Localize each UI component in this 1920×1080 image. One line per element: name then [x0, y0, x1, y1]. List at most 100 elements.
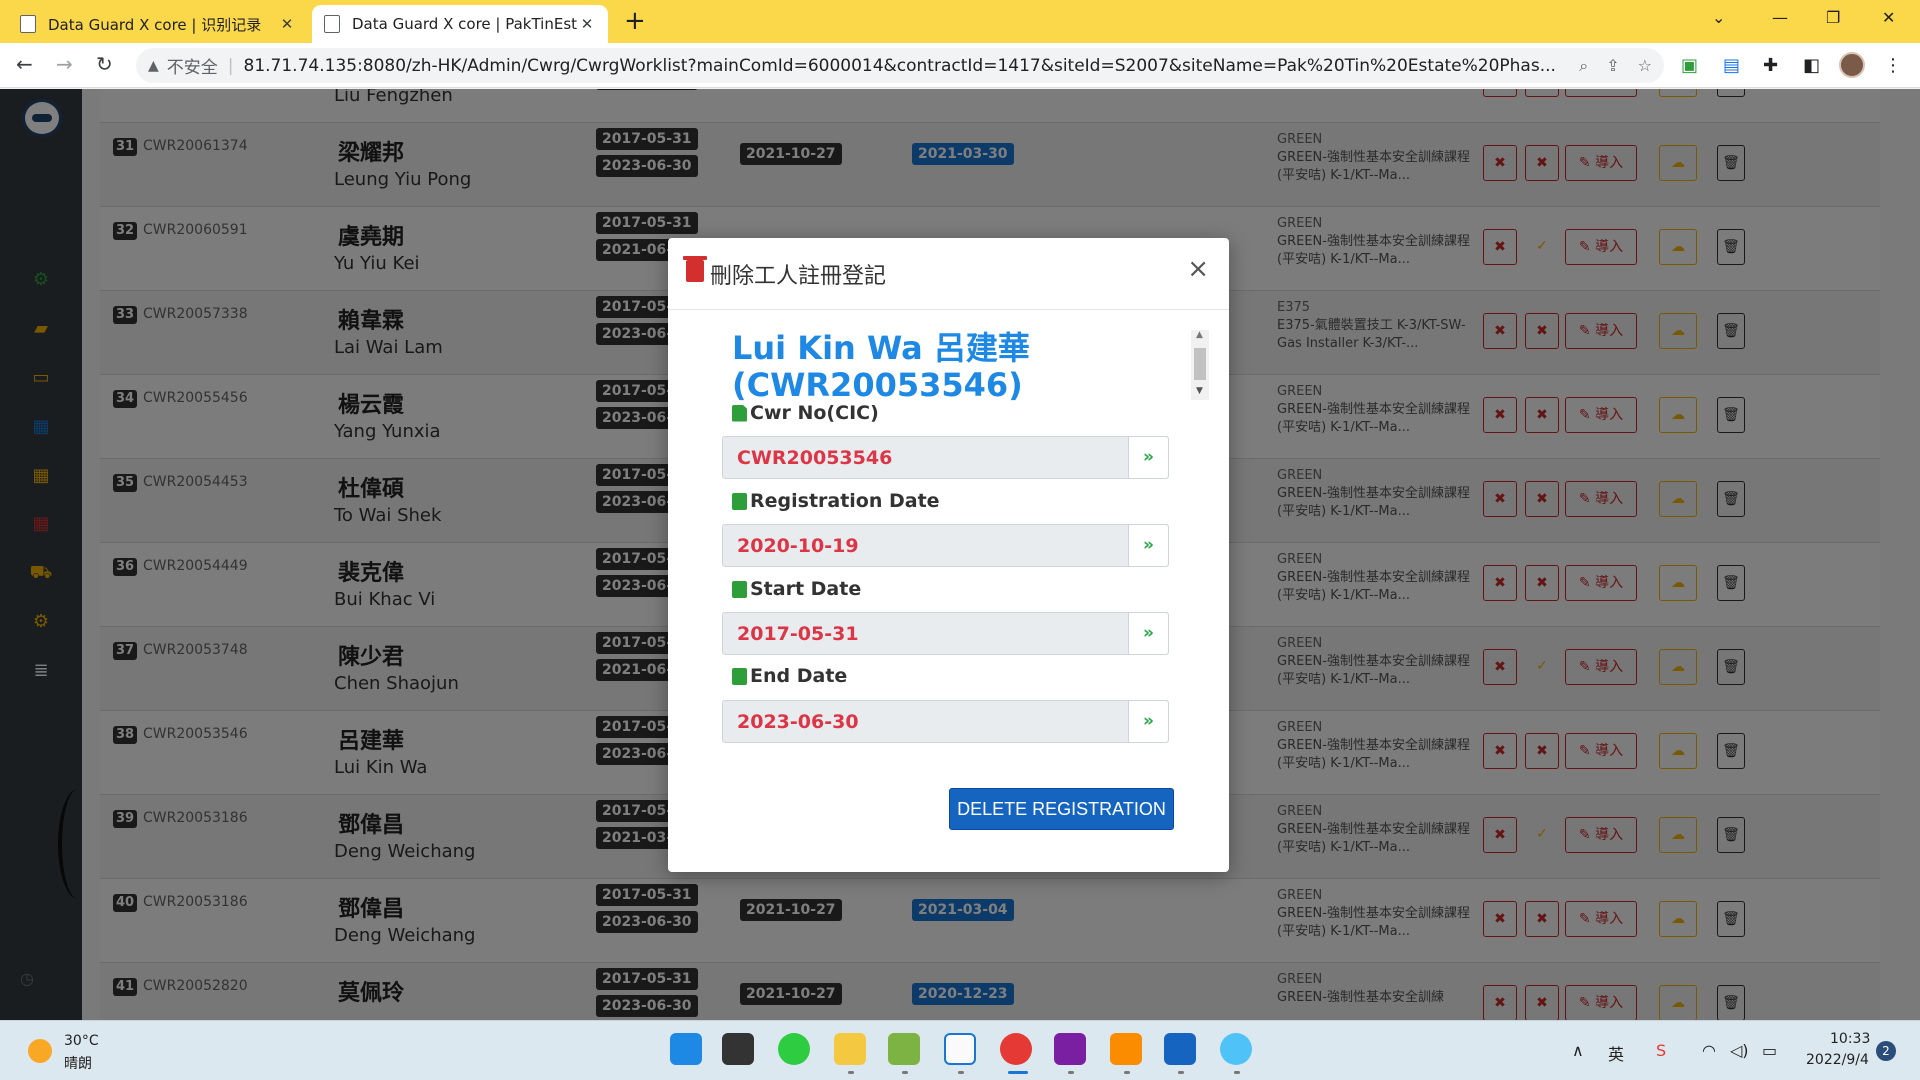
side-panel-icon[interactable]: ◧: [1803, 55, 1820, 76]
minimize-icon[interactable]: —: [1772, 8, 1788, 27]
close-modal-button[interactable]: ×: [1187, 256, 1209, 282]
field-label: Registration Date: [750, 490, 940, 512]
volume-icon[interactable]: ◁): [1730, 1041, 1749, 1060]
tab-search-icon[interactable]: ⌄: [1712, 8, 1725, 27]
address-bar[interactable]: ▲ 不安全 | 81.71.74.135:8080/zh-HK/Admin/Cw…: [136, 48, 1664, 83]
field-value: CWR20053546: [737, 447, 893, 469]
running-indicator: [848, 1071, 854, 1074]
running-indicator: [1068, 1071, 1074, 1074]
url-text[interactable]: 81.71.74.135:8080/zh-HK/Admin/Cwrg/CwrgW…: [244, 56, 1562, 76]
weather-description[interactable]: 晴朗: [64, 1053, 92, 1073]
ime-indicator[interactable]: 英: [1608, 1041, 1624, 1065]
field-go-button[interactable]: »: [1128, 613, 1168, 654]
running-indicator: [958, 1071, 964, 1074]
chevron-up-icon[interactable]: ∧: [1572, 1041, 1584, 1060]
notepad-icon[interactable]: [888, 1033, 920, 1065]
clock-date[interactable]: 2022/9/4: [1806, 1052, 1869, 1068]
scroll-up-icon[interactable]: ▲: [1196, 330, 1203, 340]
delete-registration-modal: 刪除工人註冊登記 × ▲ ▼ Lui Kin Wa 呂建華 (CWR200535…: [668, 238, 1229, 872]
profile-avatar[interactable]: [1839, 52, 1865, 78]
browser-tab-strip: Data Guard X core | 识别记录 ✕ Data Guard X …: [0, 0, 1920, 43]
modal-body: ▲ ▼ Lui Kin Wa 呂建華 (CWR20053546) Cwr No(…: [668, 310, 1229, 872]
calendar-icon: [732, 667, 747, 685]
file-explorer-icon[interactable]: [834, 1033, 866, 1065]
clock-time[interactable]: 10:33: [1830, 1031, 1870, 1047]
cwr-no-field[interactable]: CWR20053546 »: [722, 436, 1169, 479]
modal-title: 刪除工人註冊登記: [710, 264, 887, 289]
field-label: Start Date: [750, 578, 862, 600]
start-date-field[interactable]: 2017-05-31 »: [722, 612, 1169, 655]
wechat-icon[interactable]: [778, 1033, 810, 1065]
field-go-button[interactable]: »: [1128, 437, 1168, 478]
registration-date-field[interactable]: 2020-10-19 »: [722, 524, 1169, 567]
weather-temperature[interactable]: 30°C: [64, 1033, 99, 1049]
sougou-icon[interactable]: S: [1656, 1041, 1666, 1060]
zoom-icon[interactable]: ⌕: [1579, 56, 1588, 76]
field-label: Cwr No(CIC): [750, 402, 879, 424]
calendar-icon: [732, 492, 747, 510]
close-window-icon[interactable]: ✕: [1882, 8, 1895, 27]
scroll-thumb[interactable]: [1194, 348, 1206, 380]
end-date-label: End Date: [732, 665, 847, 687]
extension-blue-icon[interactable]: ▤: [1723, 55, 1740, 76]
end-date-field[interactable]: 2023-06-30 »: [722, 700, 1169, 743]
scroll-down-icon[interactable]: ▼: [1196, 386, 1203, 396]
browser-tab-1[interactable]: Data Guard X core | 识别记录 ✕: [8, 5, 308, 43]
menu-kebab-icon[interactable]: ⋮: [1884, 55, 1902, 76]
extension-green-icon[interactable]: ▣: [1681, 55, 1698, 76]
close-tab-icon[interactable]: ✕: [278, 15, 296, 33]
close-tab-icon[interactable]: ✕: [578, 15, 596, 33]
bookmark-star-icon[interactable]: ☆: [1638, 56, 1652, 75]
page-icon: [20, 15, 36, 33]
browser-toolbar: ← → ↻ ▲ 不安全 | 81.71.74.135:8080/zh-HK/Ad…: [0, 43, 1920, 88]
field-value: 2023-06-30: [737, 711, 859, 733]
share-icon[interactable]: ⇪: [1606, 56, 1619, 75]
app-orange-icon[interactable]: [1110, 1033, 1142, 1065]
warning-icon[interactable]: ▲: [148, 58, 159, 74]
active-indicator: [1008, 1071, 1028, 1074]
reload-icon[interactable]: ↻: [96, 52, 113, 76]
trash-icon: [683, 256, 707, 282]
registration-date-label: Registration Date: [732, 490, 940, 512]
start-windows-icon[interactable]: [670, 1033, 702, 1065]
running-indicator: [902, 1071, 908, 1074]
running-indicator: [1124, 1071, 1130, 1074]
worker-name-heading: Lui Kin Wa 呂建華 (CWR20053546): [732, 329, 1030, 404]
notification-badge[interactable]: 2: [1876, 1041, 1896, 1061]
modal-header: 刪除工人註冊登記 ×: [668, 238, 1229, 310]
visual-studio-icon[interactable]: [1054, 1033, 1086, 1065]
field-go-button[interactable]: »: [1128, 701, 1168, 742]
cwr-no-label: Cwr No(CIC): [732, 402, 879, 424]
start-date-label: Start Date: [732, 578, 861, 600]
remote-desktop-icon[interactable]: [1164, 1033, 1196, 1065]
restore-icon[interactable]: ❐: [1826, 8, 1840, 27]
task-view-icon[interactable]: [722, 1033, 754, 1065]
forward-icon[interactable]: →: [56, 52, 73, 76]
page-icon: [324, 15, 340, 33]
field-go-button[interactable]: »: [1128, 525, 1168, 566]
extensions-puzzle-icon[interactable]: ✚: [1763, 55, 1778, 76]
browser-tab-2[interactable]: Data Guard X core | PakTinEsta ✕: [312, 5, 608, 43]
running-indicator: [1234, 1071, 1240, 1074]
modal-scrollbar[interactable]: ▲ ▼: [1191, 330, 1209, 400]
separator: |: [227, 55, 234, 76]
delete-registration-button[interactable]: DELETE REGISTRATION: [949, 788, 1174, 830]
battery-icon[interactable]: ▭: [1762, 1041, 1777, 1060]
chrome-icon[interactable]: [1000, 1033, 1032, 1065]
tab-title: Data Guard X core | PakTinEsta: [352, 15, 578, 33]
field-label: End Date: [750, 665, 848, 687]
app-globe-icon[interactable]: [1220, 1033, 1252, 1065]
back-icon[interactable]: ←: [16, 52, 33, 76]
tab-title: Data Guard X core | 识别记录: [48, 15, 262, 34]
weather-sun-icon[interactable]: [28, 1039, 52, 1063]
field-value: 2017-05-31: [737, 623, 859, 645]
security-label[interactable]: 不安全: [167, 53, 218, 78]
running-indicator: [1178, 1071, 1184, 1074]
new-tab-button[interactable]: +: [624, 8, 646, 34]
wifi-icon[interactable]: ◠: [1702, 1041, 1716, 1060]
dbeaver-icon[interactable]: [944, 1033, 976, 1065]
file-edit-icon: [732, 404, 747, 422]
calendar-icon: [732, 580, 747, 598]
field-value: 2020-10-19: [737, 535, 859, 557]
taskbar: 30°C 晴朗 ∧ 英 S ◠ ◁) ▭ 10:33 2022/9/4 2: [0, 1020, 1920, 1080]
